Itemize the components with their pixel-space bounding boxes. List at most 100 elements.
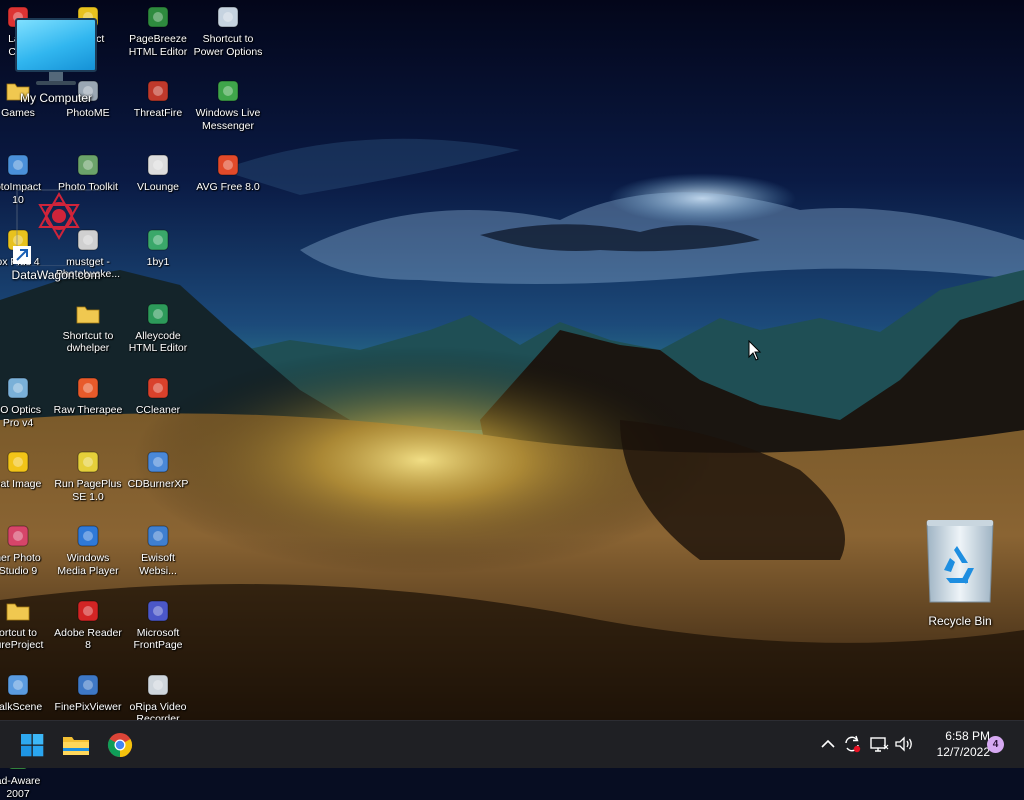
desktop-shortcut-label: AVG Free 8.0 bbox=[196, 181, 260, 194]
desktop-shortcut-label: ner Photo Studio 9 bbox=[0, 552, 41, 577]
desktop-shortcut[interactable]: Microsoft FrontPage bbox=[122, 598, 194, 652]
desktop-shortcut[interactable]: ortcut to tureProject bbox=[0, 598, 54, 652]
show-hidden-icons-chevron-icon[interactable] bbox=[817, 733, 839, 755]
app-icon bbox=[75, 598, 101, 624]
app-icon bbox=[5, 523, 31, 549]
desktop-shortcut[interactable]: AVG Free 8.0 bbox=[192, 152, 264, 194]
desktop-shortcut[interactable]: xO Optics Pro v4 bbox=[0, 375, 54, 429]
desktop-shortcut[interactable]: Shortcut to dwhelper bbox=[52, 301, 124, 355]
datawagon-label: DataWagon.com bbox=[11, 268, 101, 282]
notification-badge[interactable]: 4 bbox=[987, 736, 1004, 753]
monitor-icon bbox=[15, 18, 97, 72]
desktop-shortcut[interactable]: Shortcut to Power Options bbox=[192, 4, 264, 58]
sync-icon[interactable] bbox=[841, 733, 863, 755]
app-icon bbox=[145, 78, 171, 104]
app-icon bbox=[145, 449, 171, 475]
desktop-shortcut-label: Windows Live Messenger bbox=[195, 107, 261, 132]
mouse-cursor-icon bbox=[748, 340, 762, 361]
datawagon-icon bbox=[11, 188, 104, 267]
desktop-shortcut[interactable]: Windows Live Messenger bbox=[192, 78, 264, 132]
desktop-shortcut[interactable]: CDBurnerXP bbox=[122, 449, 194, 491]
app-icon bbox=[5, 375, 31, 401]
recycle-bin-label: Recycle Bin bbox=[928, 614, 992, 628]
clock-time: 6:58 PM bbox=[945, 729, 990, 743]
desktop-shortcut-label: Ewisoft Websi... bbox=[139, 552, 177, 577]
app-icon bbox=[145, 152, 171, 178]
app-icon bbox=[145, 672, 171, 698]
desktop-shortcut-label: ltalkScene bbox=[0, 700, 43, 713]
shortcut-icon bbox=[5, 301, 31, 327]
desktop-shortcut-label: eat Image bbox=[0, 478, 42, 491]
desktop-shortcut-label: 1by1 bbox=[146, 255, 170, 268]
desktop-shortcut[interactable]: eat Image bbox=[0, 449, 54, 491]
clock-date: 12/7/2022 bbox=[936, 745, 990, 759]
desktop-shortcut-label: Run PagePlus SE 1.0 bbox=[54, 478, 122, 503]
app-icon bbox=[75, 523, 101, 549]
folder-icon bbox=[63, 737, 89, 755]
desktop-shortcut-label: Adobe Reader 8 bbox=[54, 626, 122, 652]
app-icon bbox=[145, 598, 171, 624]
desktop-shortcut-label: xO Optics Pro v4 bbox=[0, 404, 42, 429]
app-icon bbox=[75, 375, 101, 401]
desktop-shortcut[interactable]: Raw Therapee bbox=[52, 375, 124, 417]
desktop-shortcut[interactable]: CCleaner bbox=[122, 375, 194, 417]
desktop-shortcut-label: Raw Therapee bbox=[53, 404, 123, 416]
app-icon bbox=[215, 152, 241, 178]
desktop-shortcut[interactable]: ltalkScene bbox=[0, 672, 54, 714]
desktop-shortcut-label: VLounge bbox=[136, 181, 180, 194]
trash-bin-icon bbox=[926, 520, 994, 603]
desktop-shortcut-label: Microsoft FrontPage bbox=[133, 626, 183, 652]
file-explorer-button[interactable] bbox=[58, 727, 94, 763]
app-icon bbox=[145, 375, 171, 401]
app-icon bbox=[5, 672, 31, 698]
desktop-shortcut[interactable]: 1by1 bbox=[122, 227, 194, 269]
desktop-shortcut[interactable] bbox=[0, 301, 54, 330]
app-icon bbox=[145, 227, 171, 253]
network-icon[interactable] bbox=[868, 733, 890, 755]
desktop-shortcut-label: FinePixViewer bbox=[54, 700, 122, 713]
my-computer-icon[interactable]: My Computer bbox=[8, 18, 104, 105]
recycle-bin-icon[interactable]: Recycle Bin bbox=[912, 518, 1008, 628]
app-icon bbox=[215, 4, 241, 30]
app-icon bbox=[145, 4, 171, 30]
app-icon bbox=[75, 152, 101, 178]
desktop-shortcut-label: CDBurnerXP bbox=[127, 478, 189, 491]
desktop-shortcut[interactable]: Adobe Reader 8 bbox=[52, 598, 124, 652]
desktop-shortcut[interactable]: PageBreeze HTML Editor bbox=[122, 4, 194, 58]
folder-icon bbox=[5, 598, 31, 624]
desktop-shortcut[interactable]: Windows Media Player bbox=[52, 523, 124, 577]
desktop-shortcut[interactable]: ner Photo Studio 9 bbox=[0, 523, 54, 577]
desktop-shortcut-label: PageBreeze HTML Editor bbox=[128, 33, 188, 58]
app-icon bbox=[75, 449, 101, 475]
my-computer-label: My Computer bbox=[19, 91, 93, 105]
clock[interactable]: 6:58 PM 12/7/2022 bbox=[918, 728, 990, 760]
desktop-shortcut-label: ortcut to tureProject bbox=[0, 626, 44, 652]
taskbar: 6:58 PM 12/7/2022 4 bbox=[0, 720, 1024, 768]
desktop-shortcut[interactable]: ThreatFire bbox=[122, 78, 194, 120]
desktop-shortcut-label: Alleycode HTML Editor bbox=[128, 329, 188, 355]
desktop-shortcut[interactable]: VLounge bbox=[122, 152, 194, 194]
desktop-shortcut[interactable]: Ewisoft Websi... bbox=[122, 523, 194, 577]
app-icon bbox=[5, 449, 31, 475]
desktop-shortcut-label: ThreatFire bbox=[133, 107, 183, 120]
chrome-icon bbox=[107, 733, 133, 757]
desktop-shortcut[interactable]: Run PagePlus SE 1.0 bbox=[52, 449, 124, 503]
desktop-shortcut-label: Games bbox=[1, 107, 35, 120]
app-icon bbox=[75, 672, 101, 698]
datawagon-shortcut[interactable]: DataWagon.com bbox=[8, 188, 104, 282]
folder-icon bbox=[75, 301, 101, 327]
desktop-shortcut[interactable]: Alleycode HTML Editor bbox=[122, 301, 194, 355]
desktop-shortcut-label: PhotoME bbox=[66, 107, 110, 120]
desktop-shortcut[interactable]: oRipa Video Recorder bbox=[122, 672, 194, 726]
app-icon bbox=[215, 78, 241, 104]
start-button[interactable] bbox=[14, 727, 50, 763]
app-icon bbox=[145, 301, 171, 327]
desktop-shortcut[interactable]: FinePixViewer bbox=[52, 672, 124, 714]
desktop-shortcut-label: ad-Aware 2007 bbox=[0, 775, 41, 800]
desktop-shortcut-label: CCleaner bbox=[135, 404, 181, 416]
chrome-button[interactable] bbox=[102, 727, 138, 763]
app-icon bbox=[145, 523, 171, 549]
desktop-shortcut-label: Shortcut to dwhelper bbox=[62, 329, 114, 355]
volume-icon[interactable] bbox=[893, 733, 915, 755]
desktop-shortcut-label: Windows Media Player bbox=[57, 552, 119, 577]
